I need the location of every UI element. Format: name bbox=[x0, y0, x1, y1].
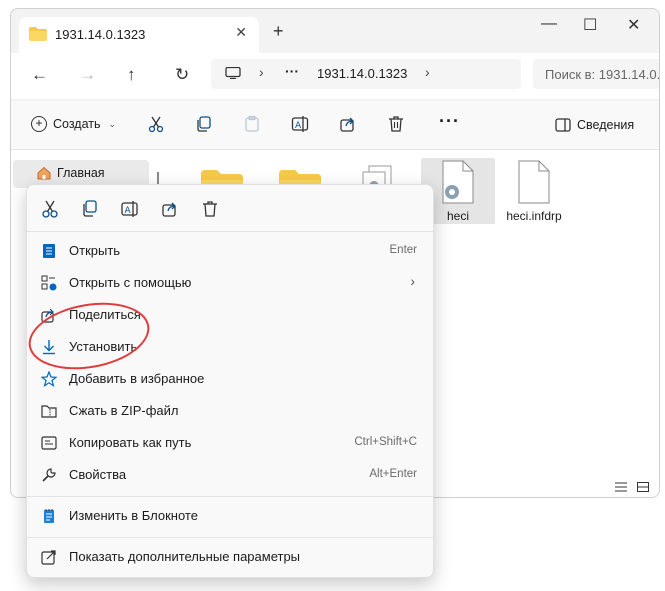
forward-button[interactable]: → bbox=[79, 65, 96, 85]
context-menu: A Открыть Enter Открыть с помощью › Поде… bbox=[26, 184, 434, 578]
home-icon bbox=[37, 166, 51, 180]
zip-icon bbox=[41, 405, 57, 418]
cut-icon[interactable] bbox=[147, 115, 165, 133]
more-options-icon bbox=[41, 550, 56, 565]
create-button[interactable]: + Создать ⌄ bbox=[31, 116, 116, 132]
search-placeholder: Поиск в: 1931.14.0.1323 bbox=[545, 67, 660, 82]
menu-item-shortcut: Ctrl+Shift+C bbox=[354, 436, 417, 448]
path-overflow-button[interactable]: ··· bbox=[285, 63, 299, 79]
file-item-heci-infdrp[interactable]: heci.infdrp bbox=[497, 158, 571, 224]
copy-path-icon bbox=[41, 436, 57, 450]
search-input[interactable]: Поиск в: 1931.14.0.1323 bbox=[533, 59, 660, 89]
create-label: Создать bbox=[53, 117, 101, 131]
menu-item-label: Открыть с помощью bbox=[69, 275, 192, 290]
menu-item-label: Открыть bbox=[69, 243, 121, 258]
rename-icon[interactable]: A bbox=[119, 199, 141, 219]
details-label: Сведения bbox=[577, 118, 635, 132]
file-name: heci.infdrp bbox=[506, 209, 562, 223]
menu-item-shortcut: Enter bbox=[389, 244, 418, 256]
blank-file-icon bbox=[518, 160, 550, 204]
svg-text:A: A bbox=[295, 121, 302, 131]
cut-icon[interactable] bbox=[39, 199, 61, 219]
menu-item-open[interactable]: Открыть Enter bbox=[35, 236, 425, 266]
list-view-icon[interactable] bbox=[615, 482, 627, 492]
menu-divider bbox=[27, 537, 433, 538]
folder-icon bbox=[29, 27, 47, 41]
close-window-button[interactable]: ✕ bbox=[627, 15, 640, 35]
tab-title: 1931.14.0.1323 bbox=[55, 27, 146, 42]
copy-icon[interactable] bbox=[79, 199, 101, 219]
new-tab-button[interactable]: + bbox=[273, 21, 284, 42]
breadcrumb-current[interactable]: 1931.14.0.1323 bbox=[317, 66, 407, 81]
close-tab-icon[interactable]: ✕ bbox=[235, 24, 247, 41]
chevron-right-icon: › bbox=[410, 273, 415, 289]
menu-item-compress-zip[interactable]: Сжать в ZIP-файл bbox=[35, 396, 425, 426]
chevron-down-icon: ⌄ bbox=[108, 118, 117, 129]
plus-circle-icon: + bbox=[31, 116, 47, 132]
sidebar-home-label: Главная bbox=[57, 166, 105, 180]
menu-item-add-favorites[interactable]: Добавить в избранное bbox=[35, 364, 425, 394]
settings-file-icon bbox=[442, 160, 474, 204]
details-button[interactable]: Сведения bbox=[555, 118, 634, 132]
paste-icon[interactable] bbox=[243, 115, 261, 133]
details-pane-icon bbox=[555, 118, 571, 132]
menu-item-label: Показать дополнительные параметры bbox=[69, 549, 301, 564]
copy-icon[interactable] bbox=[195, 115, 213, 133]
menu-item-label: Сжать в ZIP-файл bbox=[69, 403, 179, 418]
tab-current-folder[interactable]: 1931.14.0.1323 ✕ bbox=[19, 17, 259, 53]
menu-item-edit-notepad[interactable]: Изменить в Блокноте bbox=[35, 501, 425, 531]
notepad-icon bbox=[44, 509, 54, 523]
chevron-right-icon[interactable]: › bbox=[259, 64, 264, 80]
monitor-icon bbox=[225, 67, 241, 79]
address-field[interactable]: › ··· 1931.14.0.1323 › bbox=[211, 59, 521, 89]
share-icon[interactable] bbox=[339, 115, 357, 133]
rename-icon[interactable]: A bbox=[291, 115, 309, 133]
chevron-right-icon[interactable]: › bbox=[425, 64, 430, 80]
menu-item-label: Изменить в Блокноте bbox=[69, 508, 198, 523]
delete-icon[interactable] bbox=[199, 199, 221, 219]
open-icon bbox=[43, 244, 55, 258]
menu-item-label: Копировать как путь bbox=[69, 435, 192, 450]
properties-icon bbox=[42, 468, 56, 482]
more-options-button[interactable]: ··· bbox=[439, 111, 460, 132]
tab-bar: 1931.14.0.1323 ✕ + — ☐ ✕ bbox=[11, 9, 659, 57]
back-button[interactable]: ← bbox=[31, 65, 48, 85]
menu-item-properties[interactable]: Свойства Alt+Enter bbox=[35, 460, 425, 490]
tiles-view-icon[interactable] bbox=[637, 482, 649, 492]
menu-item-label: Свойства bbox=[69, 467, 127, 482]
share-icon[interactable] bbox=[159, 199, 181, 219]
refresh-button[interactable]: ↻ bbox=[175, 65, 189, 85]
address-bar-row: ← → ↑ ↻ › ··· 1931.14.0.1323 › Поиск в: … bbox=[11, 53, 659, 99]
open-with-icon bbox=[41, 275, 57, 291]
menu-item-open-with[interactable]: Открыть с помощью › bbox=[35, 268, 425, 298]
delete-icon[interactable] bbox=[387, 115, 405, 133]
menu-item-shortcut: Alt+Enter bbox=[369, 468, 417, 480]
command-bar: + Создать ⌄ A ··· Сведения bbox=[11, 101, 659, 150]
menu-divider bbox=[27, 496, 433, 497]
star-icon bbox=[41, 371, 57, 387]
svg-text:A: A bbox=[125, 206, 132, 216]
minimize-button[interactable]: — bbox=[541, 15, 557, 33]
menu-item-label: Добавить в избранное bbox=[69, 371, 205, 386]
menu-item-copy-path[interactable]: Копировать как путь Ctrl+Shift+C bbox=[35, 428, 425, 458]
menu-item-show-more-options[interactable]: Показать дополнительные параметры bbox=[35, 542, 425, 572]
up-button[interactable]: ↑ bbox=[127, 65, 136, 85]
menu-divider bbox=[27, 231, 433, 232]
maximize-button[interactable]: ☐ bbox=[583, 15, 597, 35]
